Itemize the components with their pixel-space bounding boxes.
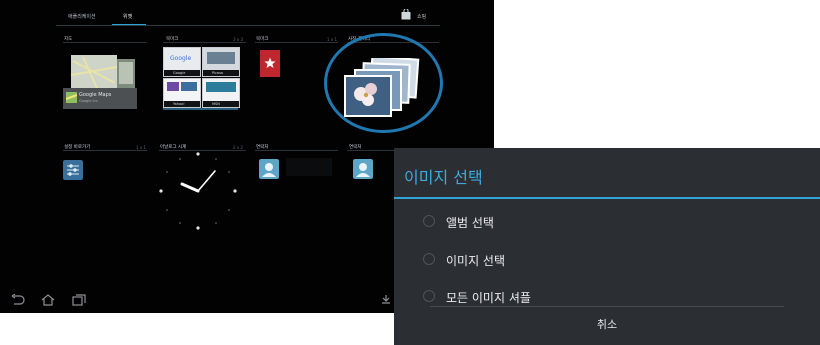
- option-select-image[interactable]: 이미지 선택: [394, 242, 820, 280]
- bookmark-thumb[interactable]: Yahoo!: [163, 78, 201, 108]
- widget-header-line: [255, 150, 338, 151]
- maps-icon: [66, 92, 77, 103]
- tab-applications[interactable]: 애플리케이션: [68, 13, 96, 20]
- bookmark-thumb[interactable]: Picasa: [202, 47, 240, 77]
- widget-header-line: [63, 150, 147, 151]
- widget-header-line: [63, 42, 147, 43]
- dialog-title-divider: [394, 197, 820, 199]
- radio-button[interactable]: [423, 215, 435, 227]
- bookmark-widget-tile[interactable]: [260, 50, 280, 77]
- shop-label[interactable]: 쇼핑: [417, 13, 426, 20]
- recent-apps-icon[interactable]: [72, 294, 86, 306]
- page-preview-block: [181, 82, 197, 91]
- option-label: 앨범 선택: [446, 216, 494, 230]
- settings-shortcut-icon[interactable]: [63, 160, 83, 180]
- tab-bar-divider: [56, 25, 440, 26]
- bookmark-title: MSN: [212, 102, 220, 106]
- bookmark-title: Yahoo!: [173, 102, 185, 106]
- bookmark-thumb[interactable]: MSN: [202, 78, 240, 108]
- bookmark-title: Picasa: [212, 71, 224, 75]
- option-label: 모든 이미지 셔플: [446, 291, 531, 305]
- option-select-album[interactable]: 앨범 선택: [394, 204, 820, 242]
- widget-header-line: [163, 42, 246, 43]
- photo-grid-preview: [207, 52, 235, 64]
- page-preview-block: [206, 82, 236, 92]
- contact-widget-panel: [286, 158, 332, 176]
- maps-app-title: Google Maps: [79, 92, 112, 98]
- bookmark-scroll-indicator: [163, 108, 238, 110]
- analog-clock-widget[interactable]: [153, 149, 243, 233]
- cancel-button[interactable]: 취소: [430, 307, 784, 345]
- select-image-dialog: 이미지 선택 앨범 선택 이미지 선택 모든 이미지 셔플 취소: [394, 148, 820, 345]
- download-icon[interactable]: [381, 294, 391, 304]
- widget-header-line: [255, 42, 338, 43]
- bookmark-thumb[interactable]: Google Google: [163, 47, 201, 77]
- radio-button[interactable]: [423, 253, 435, 265]
- radio-button[interactable]: [423, 290, 435, 302]
- google-logo: Google: [170, 55, 192, 62]
- widget-header-line: [347, 150, 394, 151]
- back-icon[interactable]: [11, 294, 25, 306]
- bookmark-title: Google: [173, 71, 186, 75]
- home-icon[interactable]: [41, 294, 55, 306]
- contact-icon-2[interactable]: [353, 159, 373, 179]
- shopping-bag-icon[interactable]: [401, 9, 411, 20]
- page-preview-block: [167, 82, 179, 91]
- bookmark-caption-bar: [203, 101, 239, 107]
- star-icon: [264, 57, 276, 68]
- highlight-circle: [324, 33, 443, 133]
- dialog-title: 이미지 선택: [404, 168, 483, 187]
- maps-app-publisher: Google Inc.: [79, 99, 99, 103]
- option-label: 이미지 선택: [446, 254, 506, 268]
- contact-icon[interactable]: [259, 159, 279, 179]
- tab-widgets[interactable]: 위젯: [123, 13, 132, 20]
